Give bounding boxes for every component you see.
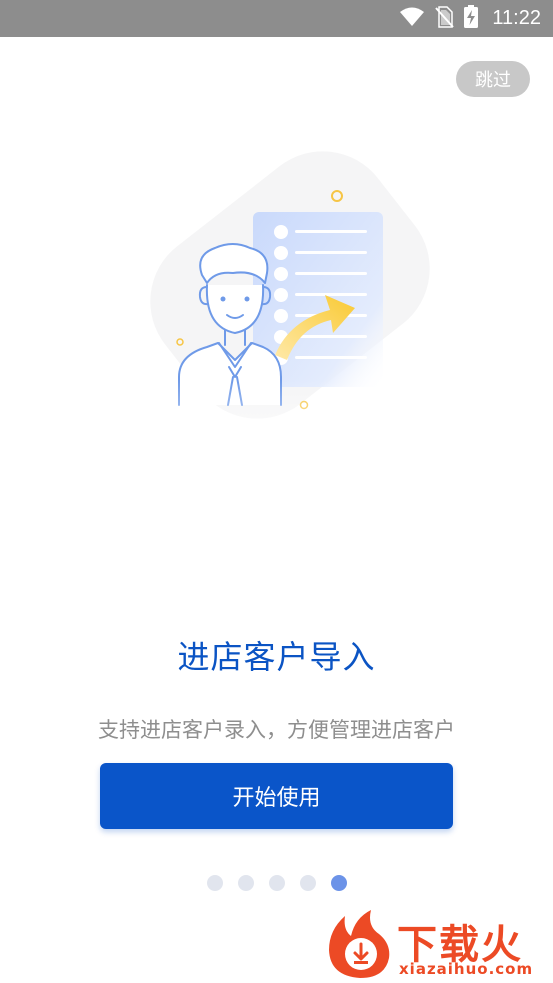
page-dot-5[interactable]: [331, 875, 347, 891]
page-dot-2[interactable]: [238, 875, 254, 891]
skip-button[interactable]: 跳过: [456, 61, 530, 97]
page-dot-4[interactable]: [300, 875, 316, 891]
page-title: 进店客户导入: [177, 638, 376, 676]
status-bar: 11:22: [0, 0, 553, 37]
wifi-icon: [399, 7, 425, 31]
page-subtitle: 支持进店客户录入，方便管理进店客户: [98, 718, 455, 742]
page-dot-1[interactable]: [207, 875, 223, 891]
page-dot-3[interactable]: [269, 875, 285, 891]
watermark-logo: 下载火 xiazaihuo.com: [325, 908, 550, 980]
no-sim-icon: [434, 5, 455, 32]
status-time: 11:22: [492, 7, 541, 29]
status-icons: 11:22: [399, 0, 541, 37]
watermark-url: xiazaihuo.com: [399, 960, 534, 978]
customer-import-illustration: [115, 115, 445, 475]
page-indicator: [207, 875, 347, 891]
flame-logo-icon: [329, 910, 390, 978]
battery-charging-icon: [463, 4, 479, 33]
start-button[interactable]: 开始使用: [100, 763, 453, 829]
